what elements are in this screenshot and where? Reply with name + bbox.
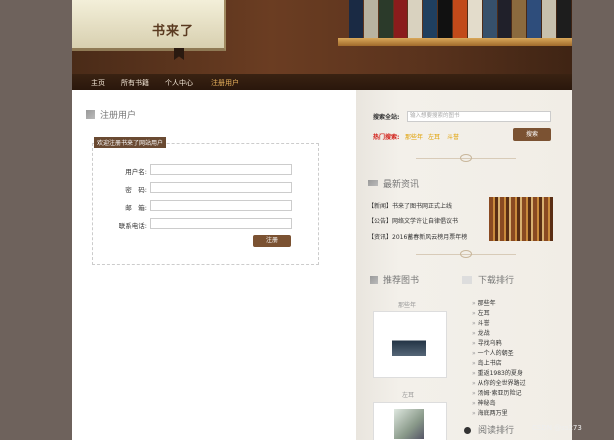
news-item[interactable]: 【新闻】书来了图书网正式上线: [368, 201, 452, 210]
recommend-caption: 左耳: [402, 392, 415, 399]
email-input[interactable]: [150, 200, 292, 211]
register-legend: 欢迎注册书来了网站用户: [94, 137, 167, 148]
recommend-caption: 那些年: [398, 302, 417, 309]
bookshelf: [338, 38, 572, 46]
reading-title: 阅读排行: [478, 426, 515, 436]
password-input[interactable]: [150, 182, 292, 193]
search-label: 搜索全站:: [373, 114, 400, 121]
search-button[interactable]: 搜索: [513, 128, 551, 141]
download-item[interactable]: 汤姆·索亚历险记: [472, 388, 522, 397]
nav-register[interactable]: 注册用户: [211, 78, 239, 88]
recommend-title: 推荐图书: [383, 276, 420, 286]
book-spine: [497, 0, 512, 38]
page-container: 书来了 主页 所有书籍 个人中心 注册用户 注册用户 欢迎注册书来了网站用户 用…: [72, 0, 572, 440]
book-spine: [408, 0, 423, 38]
nav-all-books[interactable]: 所有书籍: [121, 78, 149, 88]
download-item[interactable]: 重返1983的夏身: [472, 368, 523, 377]
book-spine: [423, 0, 438, 38]
recommend-book[interactable]: [373, 311, 447, 378]
nav-user-center[interactable]: 个人中心: [165, 78, 193, 88]
downloads-title: 下载排行: [478, 276, 515, 286]
book-spine: [453, 0, 467, 38]
download-icon: [462, 276, 472, 284]
username-label: 用户名:: [125, 168, 147, 176]
cube-icon: [86, 110, 95, 119]
download-item[interactable]: 神秘岛: [472, 398, 496, 407]
password-label: 密 码:: [125, 186, 147, 194]
book-spine: [482, 0, 497, 38]
hot-search-item[interactable]: 那些年: [405, 132, 423, 141]
book-spine: [349, 0, 363, 38]
download-item[interactable]: 那些年: [472, 298, 496, 307]
phone-label: 联系电话:: [118, 222, 147, 230]
book-cover: [394, 409, 424, 439]
watermark: CSDN @ss273: [532, 424, 582, 432]
username-input[interactable]: [150, 164, 292, 175]
book-spine: [393, 0, 408, 38]
download-item[interactable]: 从你的全世界路过: [472, 378, 526, 387]
book-spine: [512, 0, 527, 38]
phone-input[interactable]: [150, 218, 292, 229]
download-item[interactable]: 左耳: [472, 308, 490, 317]
book-spine: [438, 0, 453, 38]
email-label: 邮 箱:: [125, 204, 147, 212]
book-cover: [392, 330, 426, 356]
right-sidebar: 搜索全站: 输入想要搜索的图书 热门搜索: 那些年 左耳 斗誉 搜索 最新资讯 …: [356, 90, 572, 440]
download-item[interactable]: 龙战: [472, 328, 490, 337]
book-spine: [363, 0, 378, 38]
book-spine: [557, 0, 571, 38]
main-nav: 主页 所有书籍 个人中心 注册用户: [72, 74, 572, 90]
site-logo-title: 书来了: [152, 24, 195, 39]
news-icon: [368, 180, 378, 186]
download-item[interactable]: 寻找乌鸦: [472, 338, 502, 347]
download-item[interactable]: 一个人的朝圣: [472, 348, 514, 357]
download-item[interactable]: 斗誉: [472, 318, 490, 327]
download-item[interactable]: 岛上书店: [472, 358, 502, 367]
news-item[interactable]: 【资讯】2016蓄春新风云榜月票年榜: [368, 232, 467, 241]
hot-search-item[interactable]: 斗誉: [447, 132, 459, 141]
download-item[interactable]: 海底两万里: [472, 408, 508, 417]
hot-search-label: 热门搜索:: [373, 134, 400, 141]
user-icon: [464, 427, 471, 434]
news-item[interactable]: 【公告】网络文学许让自律倡议书: [368, 216, 458, 225]
register-panel: 注册用户 欢迎注册书来了网站用户 用户名: 密 码: 邮 箱: 联系电话: 注册: [72, 90, 356, 440]
news-title: 最新资讯: [383, 180, 420, 190]
ornament-divider: [416, 154, 516, 162]
book-spine: [527, 0, 542, 38]
news-image: [489, 197, 553, 241]
book-spine: [542, 0, 557, 38]
header-banner: 书来了: [72, 0, 572, 74]
bookshelf-books: [349, 0, 572, 38]
register-button[interactable]: 注册: [253, 235, 291, 247]
register-title: 注册用户: [100, 111, 137, 121]
recommend-book[interactable]: [373, 402, 447, 440]
nav-home[interactable]: 主页: [91, 78, 105, 88]
book-logo: 书来了: [72, 0, 226, 51]
hot-search-item[interactable]: 左耳: [428, 132, 440, 141]
ornament-divider: [416, 250, 516, 258]
bookmark-icon: [174, 48, 184, 60]
book-spine: [378, 0, 393, 38]
book-icon: [370, 276, 378, 284]
search-input[interactable]: 输入想要搜索的图书: [407, 111, 551, 122]
book-spine: [467, 0, 482, 38]
